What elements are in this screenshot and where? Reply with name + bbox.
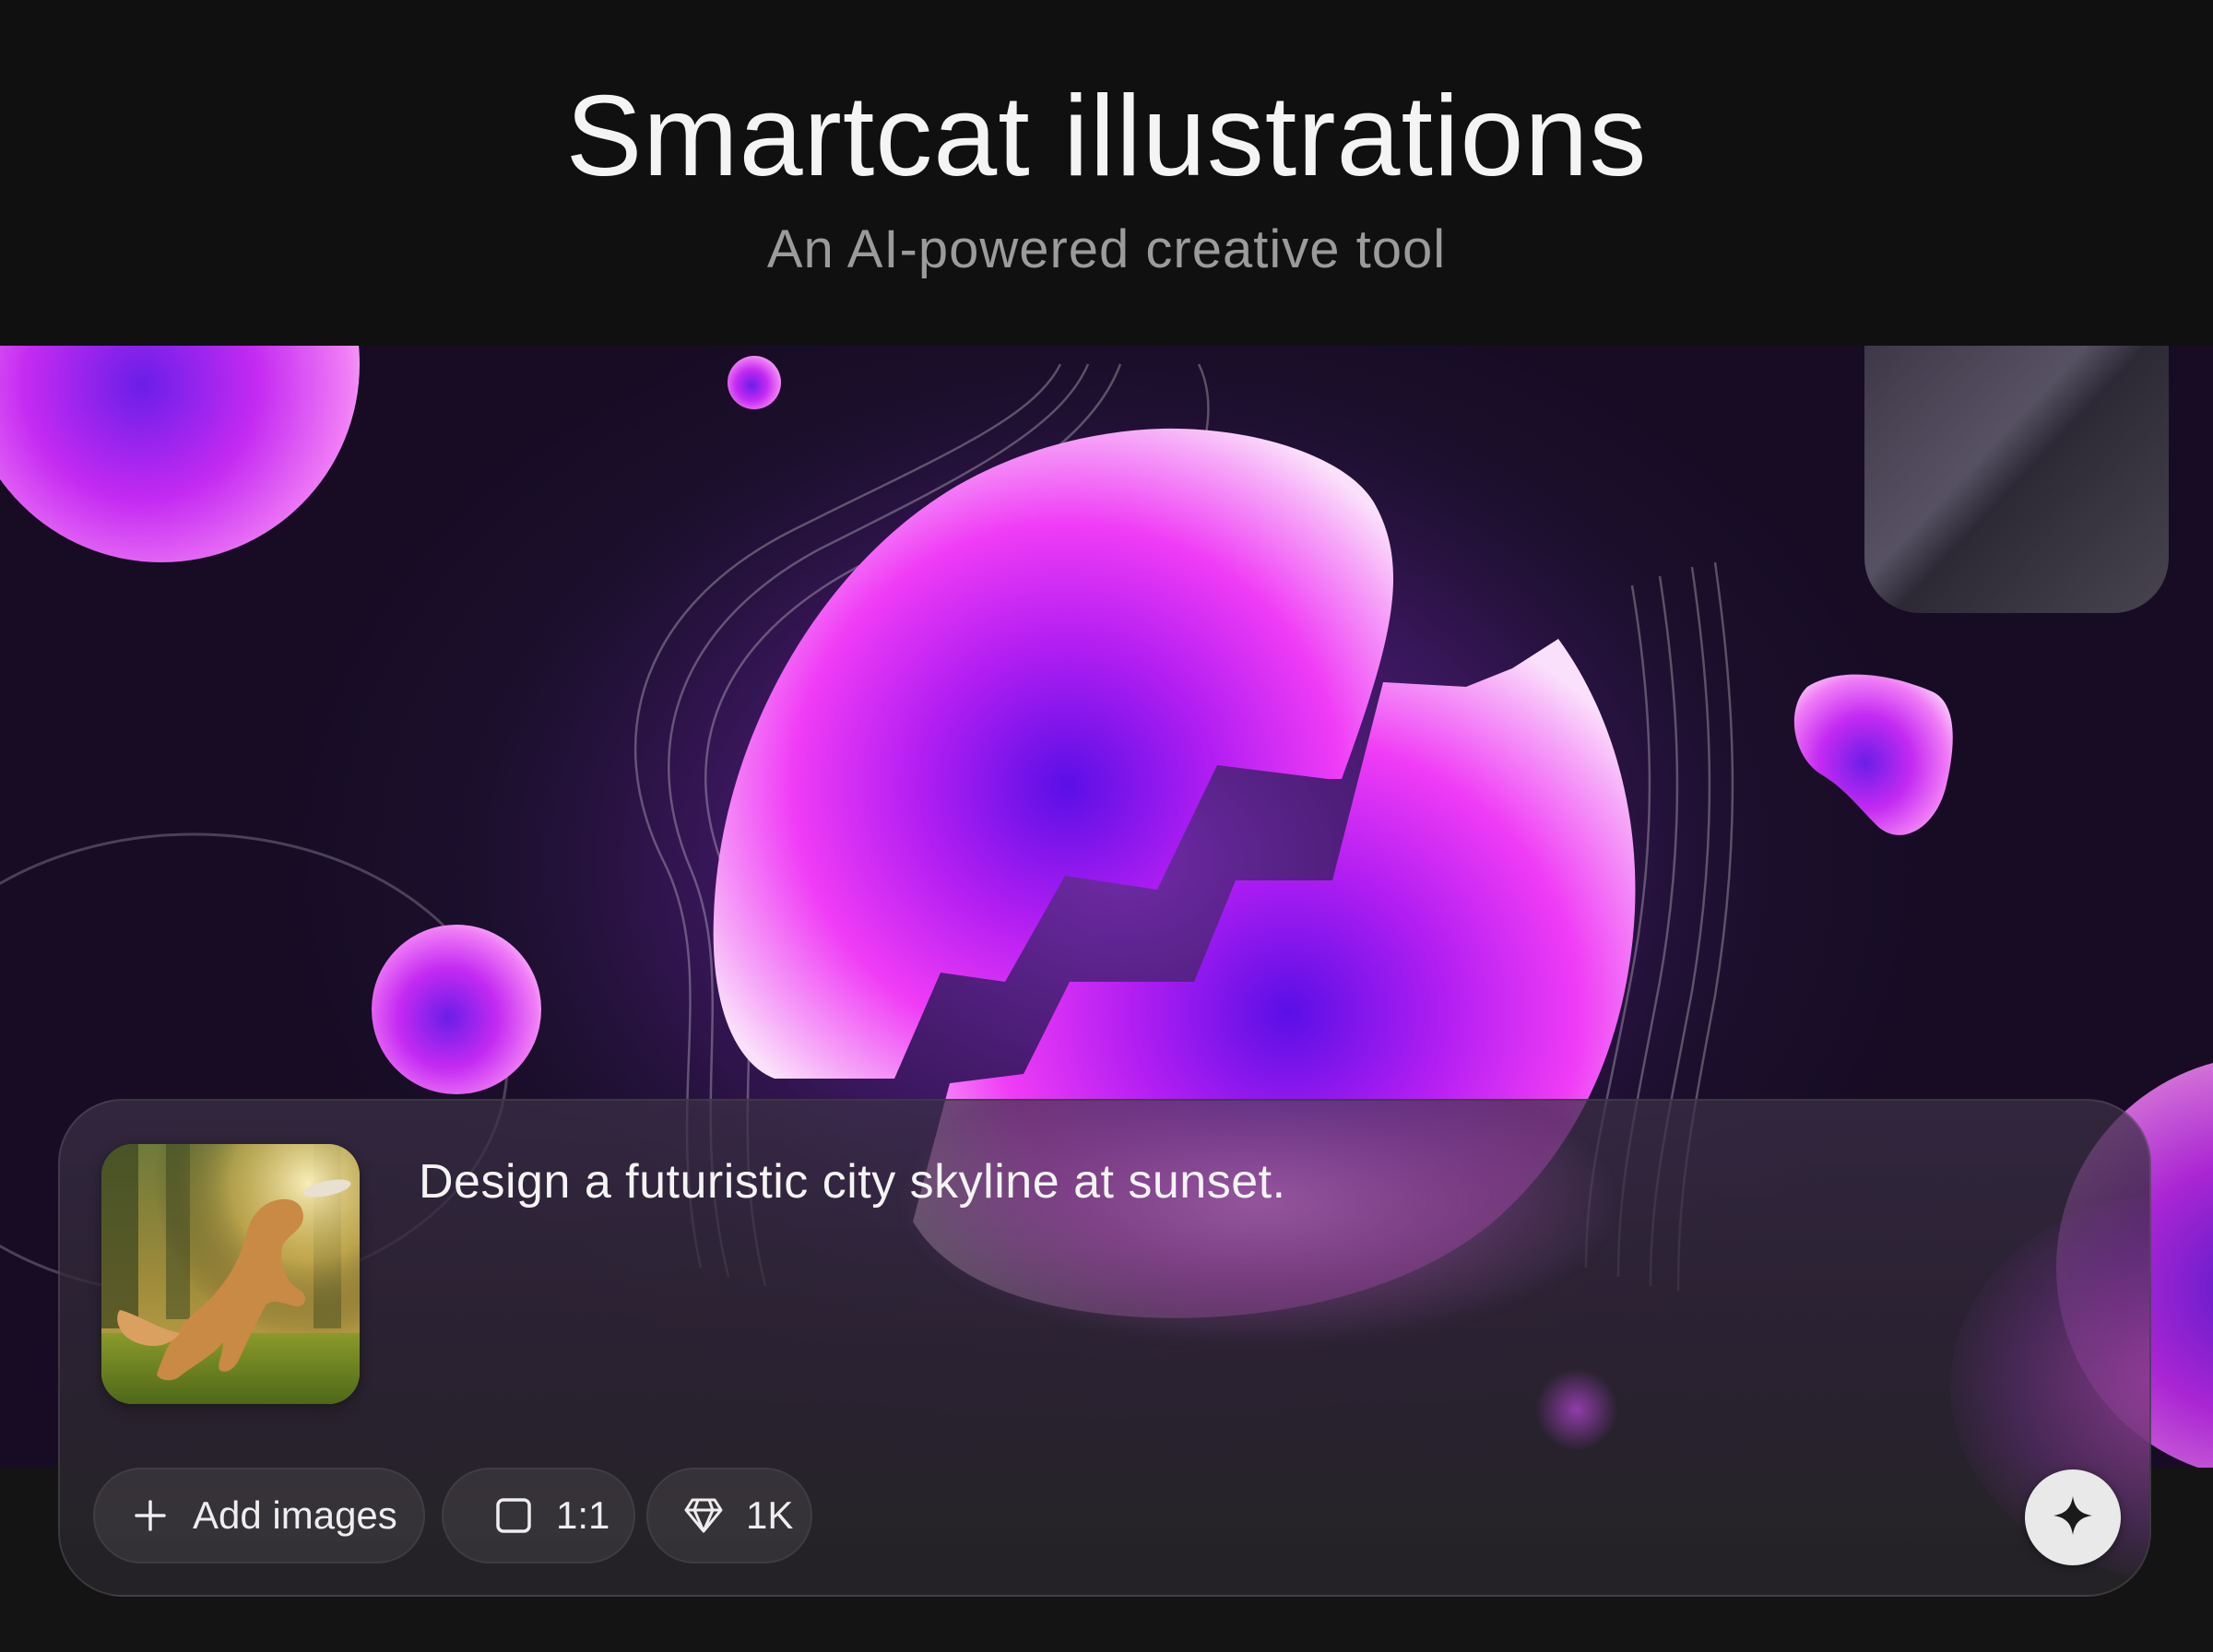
square-icon xyxy=(491,1493,536,1538)
decor-glass-tile xyxy=(1864,346,2169,613)
prompt-composer: Design a futuristic city skyline at suns… xyxy=(58,1099,2151,1597)
add-images-button[interactable]: Add images xyxy=(93,1468,425,1564)
resolution-label: 1K xyxy=(746,1493,794,1537)
aspect-ratio-button[interactable]: 1:1 xyxy=(442,1468,635,1564)
prompt-input-text[interactable]: Design a futuristic city skyline at suns… xyxy=(419,1151,1286,1212)
dog-photo-icon xyxy=(101,1144,360,1404)
page-title: Smartcat illustrations xyxy=(565,73,1648,200)
generate-button[interactable] xyxy=(2025,1469,2121,1565)
add-images-label: Add images xyxy=(193,1493,397,1537)
decor-sphere-tiny xyxy=(728,356,781,409)
decor-sphere-top-left xyxy=(0,346,360,562)
decor-sphere-small-left xyxy=(372,925,541,1094)
page-subtitle: An AI-powered creative tool xyxy=(766,219,1447,279)
resolution-button[interactable]: 1K xyxy=(646,1468,812,1564)
plus-icon xyxy=(128,1493,172,1538)
sparkle-icon xyxy=(2052,1494,2094,1541)
decor-blob-right xyxy=(1793,674,1953,835)
attached-image-thumbnail[interactable] xyxy=(101,1144,360,1404)
aspect-ratio-label: 1:1 xyxy=(556,1493,610,1537)
diamond-icon xyxy=(681,1493,726,1538)
page-header: Smartcat illustrations An AI-powered cre… xyxy=(0,0,2213,346)
